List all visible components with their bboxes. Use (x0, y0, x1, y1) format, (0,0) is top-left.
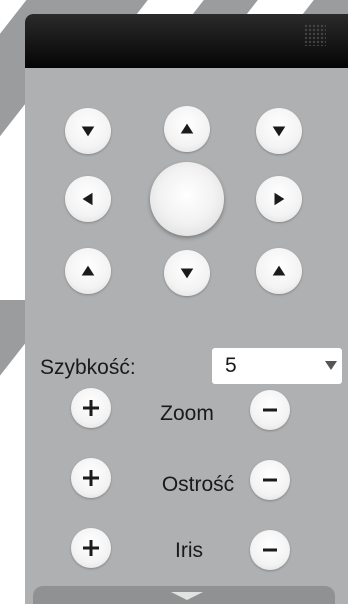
arrow-right-icon (274, 192, 285, 206)
focus-increase-button[interactable] (71, 458, 111, 498)
pan-down-right-button[interactable] (256, 248, 302, 294)
iris-label: Iris (175, 539, 203, 562)
arrow-down-icon (81, 126, 95, 137)
pan-up-left-button[interactable] (65, 108, 111, 154)
expand-panel-button[interactable] (33, 586, 335, 604)
grip-icon[interactable] (304, 24, 326, 46)
speed-select-value: 5 (225, 354, 237, 377)
plus-icon (83, 470, 99, 486)
arrow-up-icon (81, 265, 95, 276)
focus-label: Ostrość (161, 473, 235, 496)
ptz-control-panel: Szybkość: 5 Zoom Ostrość Iris (25, 14, 348, 604)
iris-close-button[interactable] (250, 530, 290, 570)
minus-icon (263, 478, 277, 482)
pan-left-button[interactable] (65, 176, 111, 222)
zoom-out-button[interactable] (250, 390, 290, 430)
plus-icon (83, 540, 99, 556)
caret-down-icon[interactable] (325, 361, 337, 370)
arrow-down-icon (272, 126, 286, 137)
pan-down-left-button[interactable] (65, 248, 111, 294)
pan-up-right-button[interactable] (256, 108, 302, 154)
zoom-in-button[interactable] (71, 388, 111, 428)
pan-down-button[interactable] (164, 250, 210, 296)
speed-select[interactable]: 5 (212, 348, 342, 384)
arrow-up-icon (272, 265, 286, 276)
iris-open-button[interactable] (71, 528, 111, 568)
arrow-down-icon (180, 268, 194, 279)
pan-right-button[interactable] (256, 176, 302, 222)
minus-icon (263, 548, 277, 552)
ptz-control-window: Szybkość: 5 Zoom Ostrość Iris (0, 0, 348, 604)
zoom-label: Zoom (160, 402, 214, 425)
pan-up-button[interactable] (164, 106, 210, 152)
panel-header[interactable] (25, 14, 348, 68)
arrow-up-icon (180, 123, 194, 134)
minus-icon (263, 408, 277, 412)
center-home-button[interactable] (150, 162, 224, 236)
chevron-down-icon (171, 592, 203, 600)
focus-decrease-button[interactable] (250, 460, 290, 500)
plus-icon (83, 400, 99, 416)
speed-label: Szybkość: (40, 356, 136, 379)
arrow-left-icon (82, 192, 93, 206)
